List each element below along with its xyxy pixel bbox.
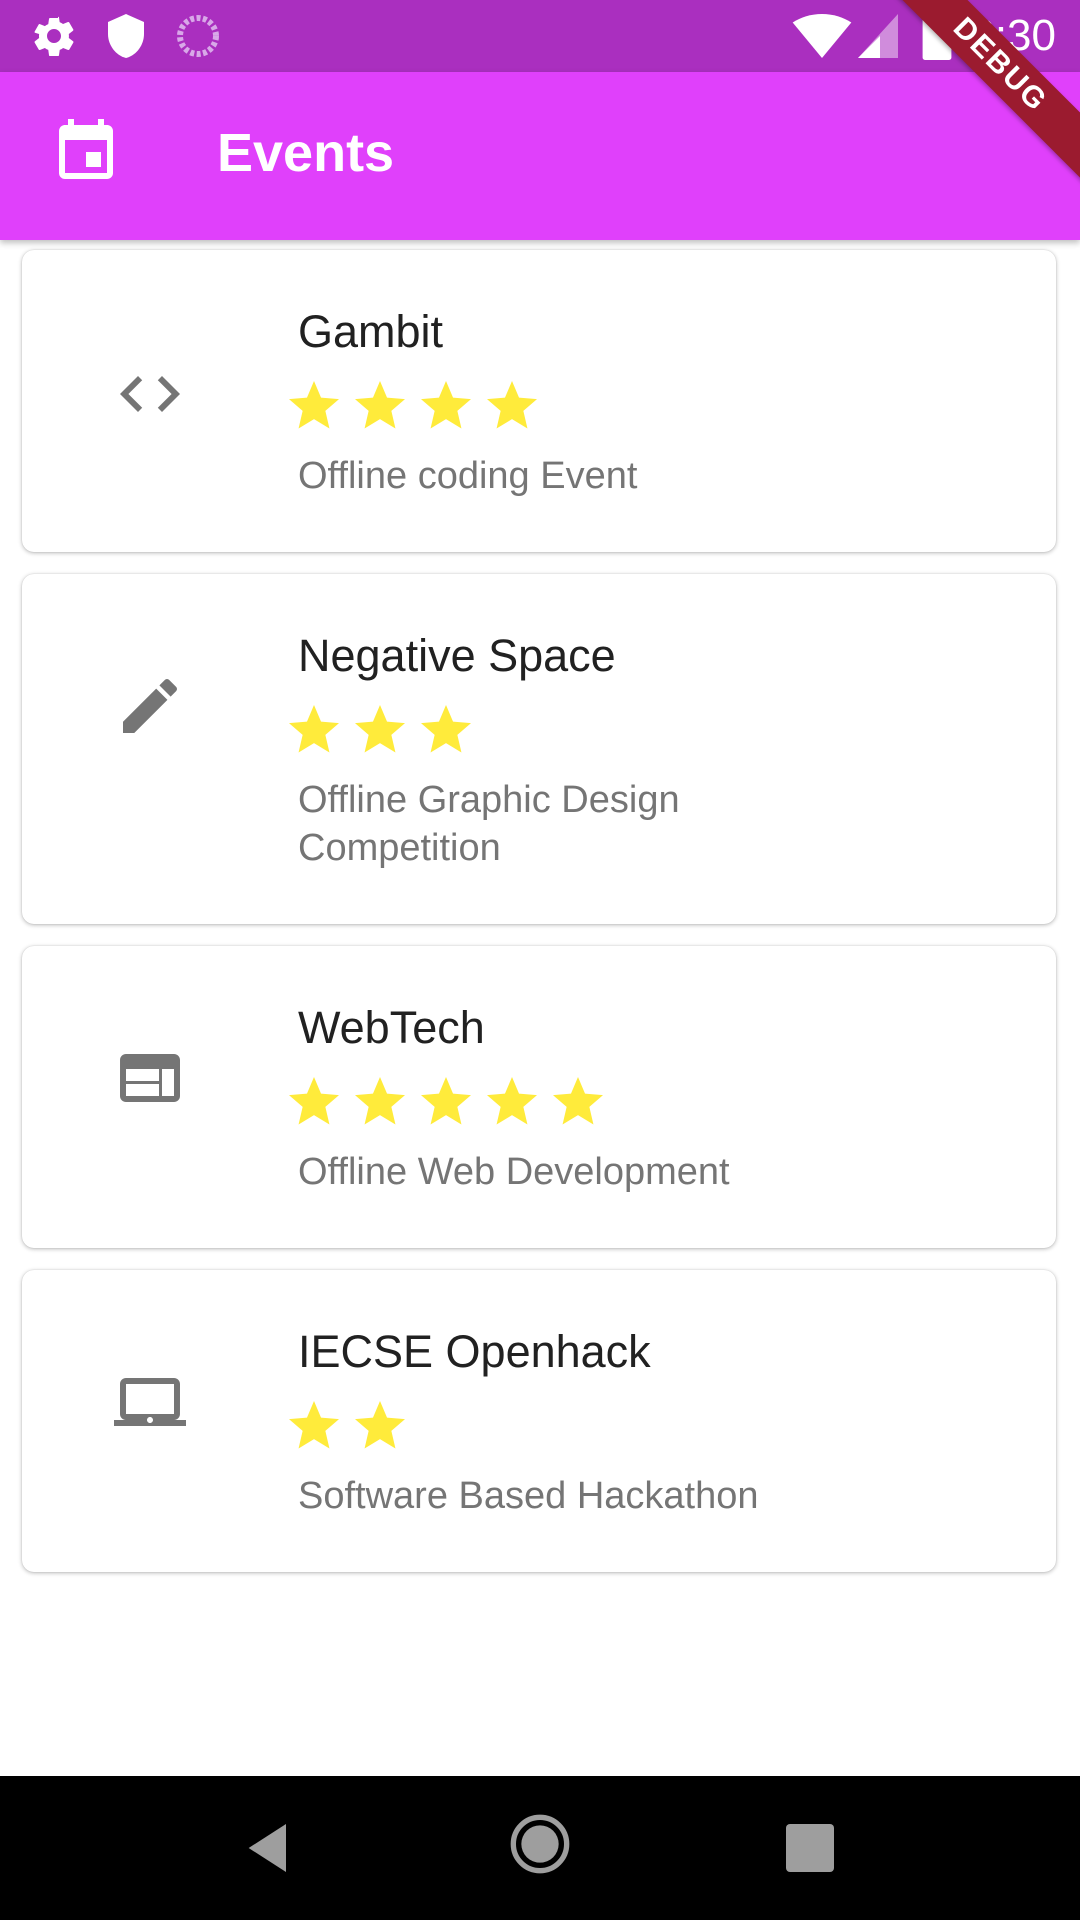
recents-icon[interactable] [778, 1816, 842, 1880]
code-icon [120, 376, 180, 412]
navigation-bar [0, 1776, 1080, 1920]
star-icon [289, 705, 339, 753]
star-icon [421, 381, 471, 429]
star-icon [421, 1077, 471, 1125]
event-title: Negative Space [298, 630, 616, 681]
star-icon [553, 1077, 603, 1125]
web-icon [120, 1054, 180, 1102]
star-icon [289, 1077, 339, 1125]
star-rating [284, 1396, 410, 1456]
calendar-icon [59, 119, 113, 179]
signal-icon [858, 14, 898, 58]
app-bar: Events [0, 72, 1080, 240]
shield-icon [108, 14, 144, 58]
back-icon[interactable] [238, 1816, 302, 1880]
star-rating [284, 700, 476, 760]
event-card[interactable]: Gambit Offline coding Event [22, 250, 1056, 552]
star-icon [487, 381, 537, 429]
star-icon [355, 381, 405, 429]
star-icon [487, 1077, 537, 1125]
pencil-icon [123, 678, 178, 733]
laptop-icon [114, 1378, 186, 1426]
event-description: Software Based Hackathon [298, 1475, 759, 1517]
event-title: WebTech [298, 1002, 485, 1053]
event-description: Offline Web Development [298, 1151, 730, 1193]
event-title: IECSE Openhack [298, 1326, 651, 1377]
star-icon [289, 1401, 339, 1449]
gear-icon [34, 16, 74, 57]
event-card[interactable]: IECSE Openhack Software Based Hackathon [22, 1270, 1056, 1572]
star-icon [421, 705, 471, 753]
page-title: Events [217, 123, 395, 183]
star-icon [289, 381, 339, 429]
event-card[interactable]: Negative Space Offline Graphic Design Co… [22, 574, 1056, 924]
event-description: Offline Graphic Design Competition [298, 779, 680, 869]
star-icon [355, 1401, 405, 1449]
star-icon [355, 1077, 405, 1125]
star-rating [284, 1072, 608, 1132]
loading-icon [177, 15, 219, 57]
home-icon[interactable] [508, 1812, 572, 1876]
star-icon [355, 705, 405, 753]
event-card[interactable]: WebTech Offline Web Development [22, 946, 1056, 1248]
star-rating [284, 376, 542, 436]
event-description: Offline coding Event [298, 455, 638, 497]
event-title: Gambit [298, 306, 444, 357]
wifi-icon [792, 14, 852, 58]
